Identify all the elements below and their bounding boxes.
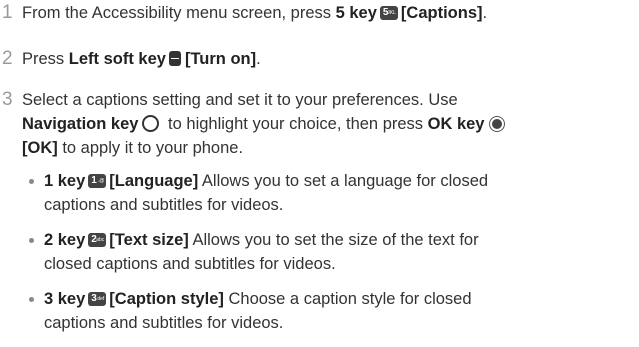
five-key-icon: 5 JKL bbox=[379, 6, 398, 20]
ok-key-icon bbox=[488, 116, 505, 132]
bullet-dot bbox=[29, 238, 34, 243]
step-text-line-1: Select a captions setting and set it to … bbox=[22, 91, 458, 109]
menu-target: [Captions] bbox=[400, 4, 483, 22]
key-name: OK key bbox=[427, 115, 485, 133]
left-soft-key-icon bbox=[168, 51, 181, 66]
step-1: 1 From the Accessibility menu screen, pr… bbox=[0, 2, 639, 28]
step-number: 1 bbox=[2, 2, 13, 23]
key-name: Navigation key bbox=[22, 115, 139, 133]
captions-options-list: 1 key 1 .@ [Language] Allows you to set a l… bbox=[22, 170, 639, 347]
list-item: 1 key 1 .@ [Language] Allows you to set a l… bbox=[22, 170, 632, 222]
step-3: 3 Select a captions setting and set it t… bbox=[0, 89, 639, 164]
list-item: 3 key 3 def [Caption style] Choose a captio… bbox=[22, 288, 632, 340]
key-name: 3 key bbox=[44, 290, 86, 308]
step-2: 2 Press Left soft key [Turn on]. bbox=[0, 48, 639, 74]
bullet-dot bbox=[29, 179, 34, 184]
key-name: 5 key bbox=[335, 4, 377, 22]
step-text-pre: From the Accessibility menu screen, pres… bbox=[22, 4, 336, 22]
step-text-line-2: Navigation key to highlight your choice,… bbox=[22, 113, 507, 137]
one-key-icon: 1 .@ bbox=[88, 174, 107, 188]
list-item: 2 key 2 abc [Text size] Allows you to set t… bbox=[22, 229, 632, 281]
step-text-line-3: [OK] to apply it to your phone. bbox=[22, 139, 244, 157]
bullet-dot bbox=[29, 297, 34, 302]
menu-target: [OK] bbox=[22, 139, 58, 157]
menu-target: [Language] bbox=[109, 172, 199, 190]
key-name: 2 key bbox=[44, 231, 86, 249]
three-key-icon: 3 def bbox=[88, 292, 107, 306]
step-number: 3 bbox=[2, 89, 13, 110]
key-name: 1 key bbox=[44, 172, 86, 190]
step-text: From the Accessibility menu screen, pres… bbox=[22, 4, 488, 22]
menu-target: [Turn on] bbox=[184, 50, 257, 68]
menu-target: [Caption style] bbox=[109, 290, 224, 308]
key-name: Left soft key bbox=[68, 50, 166, 68]
item-description: closed captions and subtitles for videos… bbox=[44, 255, 336, 273]
navigation-key-icon bbox=[142, 115, 160, 132]
item-description: captions and subtitles for videos. bbox=[44, 196, 284, 214]
step-text: Press Left soft key [Turn on]. bbox=[22, 50, 261, 68]
item-description: captions and subtitles for videos. bbox=[44, 314, 284, 332]
menu-target: [Text size] bbox=[109, 231, 189, 249]
step-number: 2 bbox=[2, 48, 13, 69]
two-key-icon: 2 abc bbox=[88, 233, 107, 247]
